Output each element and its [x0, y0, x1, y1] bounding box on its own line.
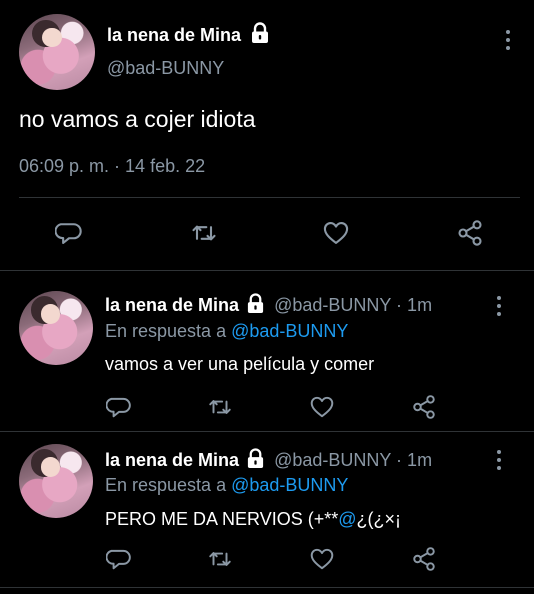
like-button[interactable] [307, 393, 337, 421]
comment-icon [106, 394, 132, 420]
like-button[interactable] [307, 545, 337, 573]
share-icon [411, 546, 437, 572]
avatar[interactable] [19, 14, 95, 90]
like-icon [309, 546, 335, 572]
comment-icon [55, 219, 83, 247]
author-name[interactable]: la nena de Mina [107, 25, 270, 46]
more-vertical-icon[interactable] [496, 450, 502, 474]
reply-prefix: En respuesta a [105, 475, 227, 495]
lock-icon [246, 293, 265, 314]
comment-button[interactable] [54, 219, 84, 247]
display-name[interactable]: la nena de Mina [105, 450, 239, 470]
retweet-icon [206, 394, 234, 420]
tweet-text: PERO ME DA NERVIOS (+**@¿(¿×¡ [105, 509, 401, 530]
tweet-text: vamos a ver una película y comer [105, 354, 375, 374]
share-icon [411, 394, 437, 420]
handle-and-time[interactable]: @bad-BUNNY · 1m [274, 450, 432, 470]
lock-icon [246, 448, 265, 469]
handle-and-time[interactable]: @bad-BUNNY · 1m [274, 295, 432, 315]
share-icon [456, 219, 484, 247]
comment-icon [106, 546, 132, 572]
comment-button[interactable] [104, 545, 134, 573]
more-vertical-icon[interactable] [505, 30, 511, 54]
comment-button[interactable] [104, 393, 134, 421]
share-button[interactable] [409, 545, 439, 573]
display-name[interactable]: la nena de Mina [107, 25, 241, 45]
mention-link[interactable]: @bad-BUNNY [231, 475, 348, 495]
reply-prefix: En respuesta a [105, 321, 227, 341]
reply-tweet[interactable]: la nena de Mina @bad-BUNNY · 1m En respu… [0, 432, 534, 587]
share-button[interactable] [409, 393, 439, 421]
divider [0, 587, 534, 588]
tweet-text: no vamos a cojer idiota [19, 106, 256, 132]
reply-header: la nena de Mina @bad-BUNNY · 1m [105, 295, 432, 316]
retweet-button[interactable] [189, 219, 219, 247]
tweet-text-part: PERO ME DA NERVIOS (+** [105, 509, 339, 529]
tweet-timestamp[interactable]: 06:09 p. m. · 14 feb. 22 [19, 156, 205, 177]
like-icon [309, 394, 335, 420]
reply-header: la nena de Mina @bad-BUNNY · 1m [105, 450, 432, 471]
tweet-text-part: ¿(¿×¡ [356, 509, 402, 529]
lock-icon [250, 22, 270, 44]
more-vertical-icon[interactable] [496, 296, 502, 320]
reply-tweet[interactable]: la nena de Mina @bad-BUNNY · 1m En respu… [0, 271, 534, 431]
mention-link[interactable]: @bad-BUNNY [231, 321, 348, 341]
mention-link[interactable]: @ [338, 509, 356, 529]
avatar[interactable] [19, 291, 93, 365]
like-button[interactable] [321, 219, 351, 247]
divider [19, 197, 520, 198]
retweet-button[interactable] [205, 393, 235, 421]
author-handle[interactable]: @bad-BUNNY [107, 58, 224, 79]
display-name[interactable]: la nena de Mina [105, 295, 239, 315]
main-tweet: la nena de Mina @bad-BUNNY no vamos a co… [0, 0, 534, 270]
retweet-button[interactable] [205, 545, 235, 573]
reply-context: En respuesta a @bad-BUNNY [105, 321, 348, 342]
like-icon [322, 219, 350, 247]
avatar[interactable] [19, 444, 93, 518]
retweet-icon [189, 219, 219, 247]
reply-context: En respuesta a @bad-BUNNY [105, 475, 348, 496]
share-button[interactable] [455, 219, 485, 247]
retweet-icon [206, 546, 234, 572]
